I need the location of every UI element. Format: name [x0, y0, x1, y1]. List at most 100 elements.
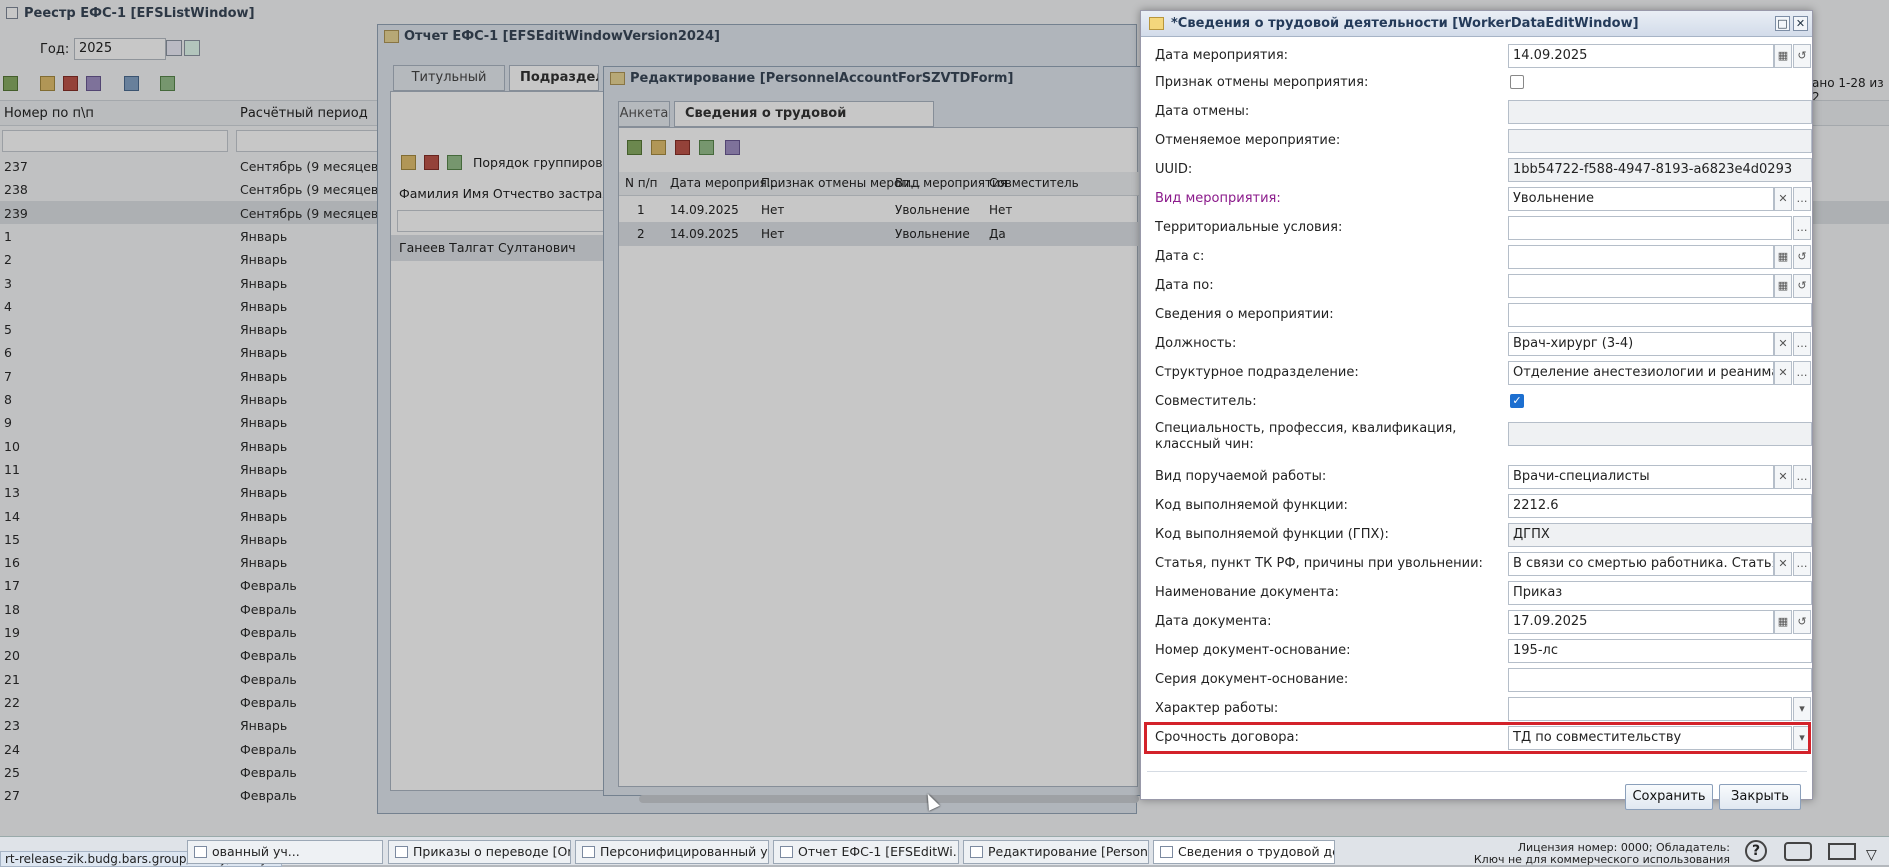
maximize-icon[interactable]: □ — [1775, 16, 1790, 31]
calendar-icon[interactable]: ▦ — [1774, 610, 1792, 634]
ellipsis-icon[interactable]: … — [1793, 332, 1811, 356]
cancel-flag-checkbox[interactable] — [1510, 75, 1524, 89]
delete-icon[interactable] — [63, 76, 78, 91]
doc-icon — [6, 7, 18, 19]
task-item[interactable]: Редактирование [Person... — [963, 840, 1149, 864]
cancel-date-field[interactable] — [1508, 100, 1812, 124]
edit-icon[interactable] — [40, 76, 55, 91]
grouping-label[interactable]: Порядок группировки — [473, 155, 618, 170]
row-doc-series: Серия документ-основание: — [1151, 666, 1812, 693]
clear-icon[interactable]: ✕ — [1774, 552, 1792, 576]
task-item[interactable]: Персонифицированный уч... — [575, 840, 769, 864]
clear-icon[interactable]: ✕ — [1774, 187, 1792, 211]
horizontal-scrollbar[interactable] — [639, 795, 1139, 803]
row-number: 237 — [4, 159, 28, 174]
clear-icon[interactable]: ✕ — [1774, 332, 1792, 356]
clear-icon[interactable]: ✕ — [1774, 465, 1792, 489]
year-refresh-icon[interactable] — [184, 40, 200, 56]
cancelled-event-field[interactable] — [1508, 129, 1812, 153]
date-refresh-icon[interactable]: ↺ — [1793, 245, 1811, 269]
report-delete-icon[interactable] — [424, 155, 439, 170]
mail-icon[interactable] — [1828, 843, 1856, 860]
ellipsis-icon[interactable]: … — [1793, 361, 1811, 385]
date-from-field[interactable] — [1508, 245, 1774, 269]
function-code-field[interactable]: 2212.6 — [1508, 494, 1812, 518]
close-button[interactable]: Закрыть — [1719, 784, 1801, 810]
task-item[interactable]: Отчет ЕФС-1 [EFSEditWi... — [773, 840, 959, 864]
task-item-active[interactable]: Сведения о трудовой де... — [1153, 840, 1335, 864]
ellipsis-icon[interactable]: … — [1793, 465, 1811, 489]
col-period-header[interactable]: Расчётный период — [240, 106, 368, 121]
work-type-field[interactable]: Врачи-специалисты — [1508, 465, 1774, 489]
tab-anketa[interactable]: Анкета — [618, 101, 670, 127]
doc-name-field[interactable]: Приказ — [1508, 581, 1812, 605]
ellipsis-icon[interactable]: … — [1793, 187, 1811, 211]
calendar-icon[interactable]: ▦ — [1774, 245, 1792, 269]
territorial-field[interactable] — [1508, 216, 1792, 240]
doc-number-field[interactable]: 195-лс — [1508, 639, 1812, 663]
work-character-select[interactable] — [1508, 697, 1792, 721]
chevron-down-icon[interactable]: ▾ — [1793, 697, 1811, 721]
row-doc-number: Номер документ-основание: 195-лс — [1151, 637, 1812, 664]
date-refresh-icon[interactable]: ↺ — [1793, 274, 1811, 298]
task-item[interactable]: ованный уч... — [187, 840, 383, 864]
clear-icon[interactable]: ✕ — [1774, 361, 1792, 385]
part-time-checkbox[interactable]: ✓ — [1510, 394, 1524, 408]
doc-date-field[interactable]: 17.09.2025 — [1508, 610, 1774, 634]
table-row[interactable]: 2 14.09.2025 Нет Увольнение Да — [619, 222, 1139, 246]
close-icon[interactable]: ✕ — [1793, 16, 1808, 31]
date-refresh-icon[interactable]: ↺ — [1793, 610, 1811, 634]
ellipsis-icon[interactable]: … — [1793, 216, 1811, 240]
article-field[interactable]: В связи со смертью работника. Статья 83 — [1508, 552, 1774, 576]
calendar-icon[interactable]: ▦ — [1774, 274, 1792, 298]
camera-icon[interactable] — [1784, 842, 1812, 861]
row-doc-name: Наименование документа: Приказ — [1151, 579, 1812, 606]
row-number: 2 — [4, 252, 12, 268]
add-icon[interactable] — [3, 76, 18, 91]
save-button[interactable]: Сохранить — [1625, 784, 1713, 810]
report-edit-icon[interactable] — [401, 155, 416, 170]
col-part-time[interactable]: Совместитель — [989, 176, 1079, 190]
filter-number-input[interactable] — [2, 130, 228, 152]
settings-icon[interactable] — [86, 76, 101, 91]
doc-series-field[interactable] — [1508, 668, 1812, 692]
edit-icon[interactable] — [651, 140, 666, 155]
position-field[interactable]: Врач-хирург (3-4) — [1508, 332, 1774, 356]
uuid-field[interactable]: 1bb54722-f588-4947-8193-a6823e4d0293 — [1508, 158, 1812, 182]
tab-work-info[interactable]: Сведения о трудовой деятельности — [674, 101, 934, 145]
report-refresh-icon[interactable] — [447, 155, 462, 170]
filter-period-input[interactable] — [236, 130, 396, 152]
department-field[interactable]: Отделение анестезиологии и реанимации — [1508, 361, 1774, 385]
date-refresh-icon[interactable]: ↺ — [1793, 44, 1811, 68]
table-row[interactable]: 1 14.09.2025 Нет Увольнение Нет — [619, 198, 1139, 222]
refresh-icon[interactable] — [160, 76, 175, 91]
col-number-header[interactable]: Номер по п\п — [4, 106, 94, 121]
chevron-down-icon[interactable]: ▽ — [1866, 847, 1877, 863]
row-number: 15 — [4, 531, 20, 547]
year-input[interactable]: 2025 — [74, 38, 166, 60]
fio-filter-input[interactable] — [397, 210, 607, 232]
settings-icon[interactable] — [725, 140, 740, 155]
calendar-icon[interactable]: ▦ — [1774, 44, 1792, 68]
date-to-field[interactable] — [1508, 274, 1774, 298]
ellipsis-icon[interactable]: … — [1793, 552, 1811, 576]
chevron-down-icon[interactable]: ▾ — [1793, 726, 1811, 750]
event-type-field[interactable]: Увольнение — [1508, 187, 1774, 211]
report-tab-title[interactable]: Титульный лист — [393, 65, 505, 109]
delete-icon[interactable] — [675, 140, 690, 155]
report-tab-subsection[interactable]: Подраздел 1. — [509, 65, 599, 91]
col-n[interactable]: N п/п — [625, 176, 658, 190]
event-info-field[interactable] — [1508, 303, 1812, 327]
refresh-icon[interactable] — [699, 140, 714, 155]
worker-data-edit-window: *Сведения о трудовой деятельности [Worke… — [1140, 10, 1813, 810]
help-icon[interactable]: ? — [1745, 840, 1767, 862]
print-icon[interactable] — [124, 76, 139, 91]
row-period: Февраль — [240, 764, 297, 780]
function-code-gph-field[interactable]: ДГПХ — [1508, 523, 1812, 547]
task-item[interactable]: Приказы о переводе [Or... — [388, 840, 571, 864]
event-date-field[interactable]: 14.09.2025 — [1508, 44, 1774, 68]
contract-term-select[interactable]: ТД по совместительству — [1508, 726, 1792, 750]
specialty-field[interactable] — [1508, 422, 1812, 446]
year-calendar-icon[interactable] — [166, 40, 182, 56]
add-icon[interactable] — [627, 140, 642, 155]
